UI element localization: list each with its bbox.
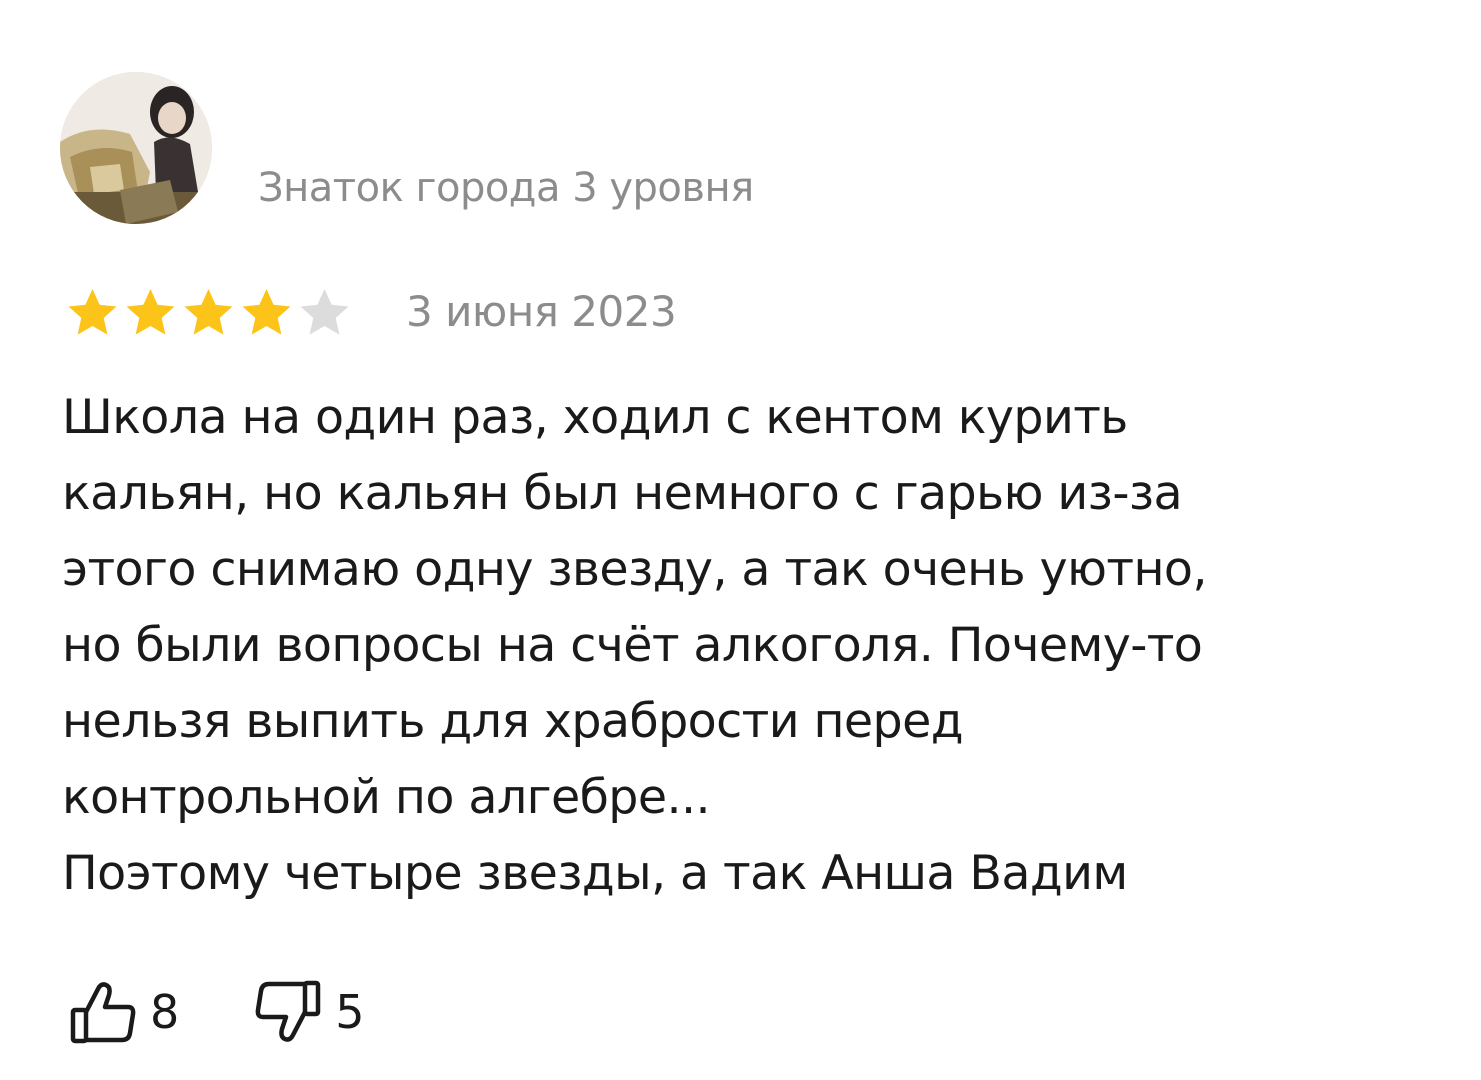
star-rating — [64, 285, 364, 341]
review-text-line: Поэтому четыре звезды, а так Анша Вадим — [62, 846, 1128, 901]
like-button[interactable]: 8 — [68, 977, 179, 1047]
review-text: Школа на один раз, ходил с кентом курить… — [62, 380, 1442, 912]
like-count: 8 — [150, 985, 180, 1039]
reactions: 8 5 — [68, 976, 365, 1048]
review-date: 3 июня 2023 — [406, 287, 677, 336]
thumbs-down-icon — [253, 977, 323, 1047]
thumbs-up-icon — [68, 977, 138, 1047]
dislike-count: 5 — [335, 985, 365, 1039]
review-text-line: кальян, но кальян был немного с гарью из… — [62, 466, 1183, 521]
avatar-photo — [60, 72, 212, 224]
review-text-line: контрольной по алгебре... — [62, 770, 711, 825]
star-icon — [122, 285, 179, 341]
avatar[interactable] — [60, 72, 212, 224]
author-level: Знаток города 3 уровня — [258, 165, 754, 211]
review-text-line: но были вопросы на счёт алкоголя. Почему… — [62, 618, 1203, 673]
review-text-line: нельзя выпить для храбрости перед — [62, 694, 964, 749]
star-icon — [64, 285, 121, 341]
review-card: Знаток города 3 уровня 3 июня 2023 Школа… — [0, 0, 1481, 1080]
dislike-button[interactable]: 5 — [253, 977, 365, 1047]
star-icon — [238, 285, 295, 341]
star-icon — [296, 285, 353, 341]
review-text-line: этого снимаю одну звезду, а так очень ую… — [62, 542, 1207, 597]
star-icon — [180, 285, 237, 341]
review-text-line: Школа на один раз, ходил с кентом курить — [62, 390, 1128, 445]
